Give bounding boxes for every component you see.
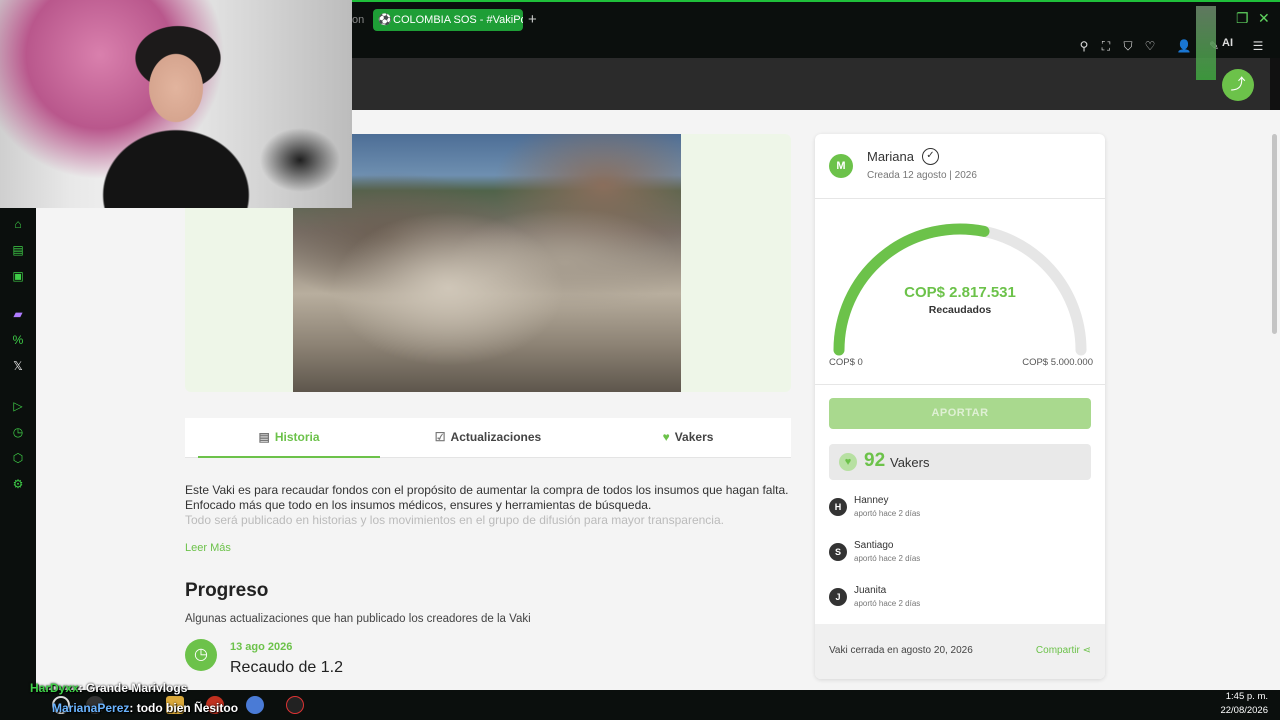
- sidebar-player-icon[interactable]: ▷: [10, 398, 26, 414]
- vakers-count: 92: [864, 450, 886, 471]
- campaign-tabs: ▤ Historia ☑ Actualizaciones ♥ Vakers: [185, 418, 791, 458]
- story-line: Enfocado más que todo en los insumos méd…: [185, 498, 652, 512]
- creator-date: Creada 12 agosto | 2026: [867, 170, 977, 181]
- tab-actualizaciones[interactable]: ☑ Actualizaciones: [397, 418, 579, 458]
- clock-icon: ◷: [185, 639, 217, 671]
- verified-icon: ✓: [922, 148, 939, 165]
- sidebar-extensions-icon[interactable]: ⬡: [10, 450, 26, 466]
- tab-vakers-label: Vakers: [674, 430, 714, 444]
- browser-tab-active[interactable]: ⚽ COLOMBIA SOS - #VakiPor: [373, 9, 523, 31]
- donor-avatar: S: [829, 543, 847, 561]
- donor-avatar: H: [829, 498, 847, 516]
- vakers-summary[interactable]: ♥ 92 Vakers: [829, 444, 1091, 480]
- tab-historia[interactable]: ▤ Historia: [198, 418, 380, 458]
- sidebar-settings-icon[interactable]: ⚙: [10, 476, 26, 492]
- page-scrollbar[interactable]: [1270, 110, 1280, 690]
- goal-max-label: COP$ 5.000.000: [1022, 357, 1093, 368]
- creator-avatar: M: [829, 154, 853, 178]
- raised-amount: COP$ 2.817.531: [904, 284, 1016, 301]
- chat-text: : todo bien Ñesitoo: [129, 701, 239, 715]
- tab-historia-label: Historia: [274, 430, 320, 444]
- document-icon: ▤: [258, 430, 270, 444]
- card-divider: [815, 198, 1105, 199]
- ai-label[interactable]: AI: [1222, 37, 1233, 49]
- sidebar-wallet-icon[interactable]: ▤: [10, 242, 26, 258]
- tab-favicon-icon: ⚽: [378, 14, 392, 26]
- maximize-window-icon[interactable]: ❐: [1236, 10, 1249, 27]
- update-title[interactable]: Recaudo de 1.2: [230, 659, 343, 677]
- chat-username: HarDyxx: [30, 681, 79, 695]
- heart-icon[interactable]: ♡: [1142, 38, 1158, 54]
- edit-icon: ☑: [434, 430, 446, 444]
- chrome-icon[interactable]: [246, 696, 264, 714]
- share-fab-button[interactable]: ⤴: [1222, 69, 1254, 101]
- share-icon: ⤴: [1230, 76, 1246, 93]
- donor-name: Hanney: [854, 495, 889, 506]
- sidebar-percent-icon[interactable]: %: [10, 332, 26, 348]
- heart-icon: ♥: [662, 430, 670, 444]
- donor-avatar: J: [829, 588, 847, 606]
- tab-vakers[interactable]: ♥ Vakers: [597, 418, 779, 458]
- shield-icon[interactable]: ⛉: [1120, 38, 1136, 54]
- close-window-icon[interactable]: ✕: [1258, 10, 1270, 27]
- share-link[interactable]: Compartir ⋖: [1036, 645, 1091, 656]
- pin-icon[interactable]: ⚲: [1076, 38, 1092, 54]
- creator-name[interactable]: Mariana: [867, 149, 914, 164]
- donor-time: aportó hace 2 días: [854, 554, 921, 563]
- aportar-button[interactable]: APORTAR: [829, 398, 1091, 429]
- vaki-closed-text: Vaki cerrada en agosto 20, 2026: [829, 645, 973, 656]
- webcam-overlay: [0, 0, 352, 208]
- donor-time: aportó hace 2 días: [854, 599, 921, 608]
- card-footer: Vaki cerrada en agosto 20, 2026 Comparti…: [815, 624, 1105, 679]
- menu-icon[interactable]: ☰: [1250, 38, 1266, 54]
- donor-time: aportó hace 2 días: [854, 509, 921, 518]
- sidebar-messenger-icon[interactable]: ▣: [10, 268, 26, 284]
- new-tab-button[interactable]: +: [528, 9, 537, 31]
- read-more-link[interactable]: Leer Más: [185, 542, 231, 554]
- story-line-faded: Todo será publicado en historias y los m…: [185, 513, 724, 527]
- sidebar-x-icon[interactable]: 𝕏: [10, 358, 26, 374]
- donor-name: Santiago: [854, 540, 894, 551]
- scrollbar-thumb[interactable]: [1272, 134, 1277, 334]
- progress-section-title: Progreso: [185, 580, 269, 601]
- donation-card: M Mariana ✓ Creada 12 agosto | 2026 COP$…: [815, 134, 1105, 679]
- stream-overlay-graphic: [1196, 6, 1216, 80]
- tab-actualizaciones-label: Actualizaciones: [450, 430, 542, 444]
- browser-tab-title: COLOMBIA SOS - #VakiPor: [393, 14, 523, 26]
- chat-message: HarDyxx: Grande Marivlogs: [30, 681, 187, 695]
- update-date: 13 ago 2026: [230, 641, 293, 653]
- obs-icon[interactable]: [286, 696, 304, 714]
- progress-section-subtitle: Algunas actualizaciones que han publicad…: [185, 613, 531, 625]
- clock-date: 22/08/2026: [1220, 705, 1268, 716]
- story-line: Este Vaki es para recaudar fondos con el…: [185, 483, 789, 497]
- snapshot-icon[interactable]: ⛶: [1098, 38, 1114, 54]
- chat-username: MarianaPerez: [52, 701, 130, 715]
- browser-tab-previous[interactable]: on: [352, 9, 364, 31]
- share-link-label: Compartir: [1035, 645, 1080, 656]
- clock-time: 1:45 p. m.: [1225, 691, 1268, 702]
- donor-name: Juanita: [854, 585, 887, 596]
- taskbar-clock[interactable]: 1:45 p. m. 22/08/2026: [1220, 690, 1268, 718]
- account-icon[interactable]: 👤: [1176, 38, 1192, 54]
- chat-text: : Grande Marivlogs: [78, 681, 188, 695]
- share-icon: ⋖: [1082, 645, 1091, 656]
- sidebar-history-icon[interactable]: ◷: [10, 424, 26, 440]
- card-divider: [815, 384, 1105, 385]
- goal-min-label: COP$ 0: [829, 357, 863, 368]
- sidebar-store-icon[interactable]: ⌂: [10, 216, 26, 232]
- raised-label: Recaudados: [928, 304, 992, 316]
- heart-icon: ♥: [839, 453, 857, 471]
- chat-message: MarianaPerez: todo bien Ñesitoo: [52, 701, 238, 715]
- campaign-story: Este Vaki es para recaudar fondos con el…: [185, 483, 795, 528]
- vakers-label: Vakers: [890, 455, 930, 470]
- sidebar-twitch-icon[interactable]: ▰: [10, 306, 26, 322]
